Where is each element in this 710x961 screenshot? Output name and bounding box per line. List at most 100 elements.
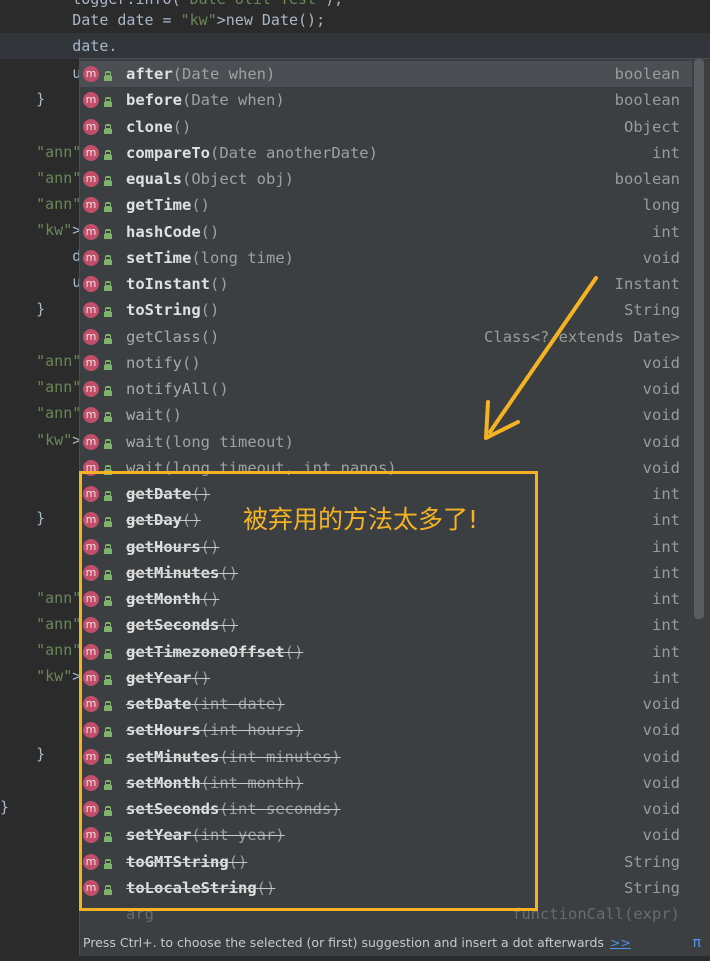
public-lock-icon [104,386,112,396]
completion-item[interactable]: m setYear(int year) void [80,822,692,848]
completion-item[interactable]: m toGMTString() String [80,849,692,875]
public-lock-icon [104,832,112,843]
method-icon: m [83,538,99,555]
public-lock-icon [104,97,112,108]
public-lock-icon [104,202,112,213]
return-type: functionCall(expr) [512,905,680,923]
return-type: int [652,511,680,530]
method-params: (int month) [200,773,304,792]
public-lock-icon [104,806,112,816]
method-name: getDate [126,485,192,503]
method-icon: m [83,328,99,345]
method-signature: setDate(int date) [126,691,285,717]
completion-item[interactable]: m equals(Object obj) boolean [80,166,692,192]
public-lock-icon [104,753,112,764]
method-params: () [228,852,248,871]
method-signature: hashCode() [126,219,219,245]
completion-item[interactable]: m compareTo(Date anotherDate) int [80,140,692,166]
method-icon: m [83,669,99,686]
completion-item[interactable]: m toLocaleString() String [80,875,692,901]
method-icon: m [83,66,99,82]
return-type: boolean [614,91,680,110]
completion-item[interactable]: m setTime(long time) void [80,245,692,271]
method-signature: arg [126,901,154,927]
return-type: int [652,537,680,556]
method-signature: wait(long timeout) [126,429,294,455]
completion-item[interactable]: m after(Date when) boolean [80,61,692,87]
public-lock-icon [104,596,112,606]
popup-scrollbar[interactable] [694,59,704,619]
method-signature: getClass() [126,324,219,350]
method-params: () [191,196,210,215]
return-type: int [652,143,680,162]
completion-item[interactable]: m setHours(int hours) void [80,717,692,743]
completion-item[interactable]: m getSeconds() int [80,612,692,638]
public-lock-icon [104,491,112,501]
method-icon: m [83,643,99,660]
method-signature: wait(long timeout, int nanos) [126,455,397,481]
method-params: () [284,642,304,661]
public-lock-icon [104,622,112,633]
completion-item[interactable]: m before(Date when) boolean [80,87,692,113]
completion-item[interactable]: m getTime() long [80,192,692,218]
completion-item[interactable]: m setMinutes(int minutes) void [80,744,692,770]
method-name: getTimezoneOffset [126,642,285,661]
method-name: wait [126,406,164,425]
method-icon: m [83,223,99,240]
completion-item[interactable]: m clone() Object [80,114,692,140]
method-params: (Date when) [182,91,285,110]
completion-item[interactable]: m setDate(int date) void [80,691,692,717]
code-line: date. [0,33,710,59]
method-name: setMinutes [126,747,220,766]
public-lock-icon [104,701,112,711]
public-lock-icon [104,569,112,580]
method-params: () [172,117,192,136]
method-signature: getDay() [126,507,201,533]
method-name: toInstant [126,275,210,293]
method-signature: toLocaleString() [126,875,275,901]
method-icon: m [83,433,99,450]
method-icon: m [83,197,99,214]
return-type: void [642,380,680,398]
public-lock-icon [104,412,112,423]
completion-item[interactable]: m hashCode() int [80,219,692,245]
method-params: (int hours) [200,721,304,740]
return-type: String [624,878,680,897]
return-type: Object [624,117,680,136]
method-icon: m [83,354,99,371]
method-icon: m [83,407,99,424]
public-lock-icon [104,228,112,239]
completion-item[interactable]: m getMinutes() int [80,560,692,586]
pi-icon[interactable]: π [693,930,701,956]
completion-item[interactable]: m getMonth() int [80,586,692,612]
public-lock-icon [104,543,112,554]
completion-item[interactable]: m setMonth(int month) void [80,770,692,796]
method-icon: m [83,144,99,161]
method-signature: setMonth(int month) [126,770,303,796]
method-params: (Date when) [172,65,276,83]
completion-item[interactable]: m setSeconds(int seconds) void [80,796,692,822]
public-lock-icon [104,648,112,659]
return-type: void [642,695,680,713]
hint-more-link[interactable]: >> [610,935,631,950]
method-signature: getMinutes() [126,560,238,586]
completion-item[interactable]: m getHours() int [80,534,692,560]
method-signature: clone() [126,114,191,140]
public-lock-icon [104,359,112,370]
method-signature: getTime() [126,192,210,218]
return-type: void [642,773,680,792]
return-type: boolean [614,65,680,83]
completion-item[interactable]: m wait(long timeout, int nanos) void [80,455,692,481]
public-lock-icon [104,674,112,685]
method-icon: m [83,486,99,502]
method-params: () [191,485,210,503]
public-lock-icon [104,858,112,869]
method-name: notify [126,353,182,372]
method-signature: setYear(int year) [126,822,285,848]
method-signature: toString() [126,297,219,323]
method-params: () [200,222,220,241]
completion-item[interactable]: arg functionCall(expr) [80,901,692,927]
return-type: void [642,353,680,372]
completion-item[interactable]: m getYear() int [80,665,692,691]
completion-item[interactable]: m getTimezoneOffset() int [80,639,692,665]
